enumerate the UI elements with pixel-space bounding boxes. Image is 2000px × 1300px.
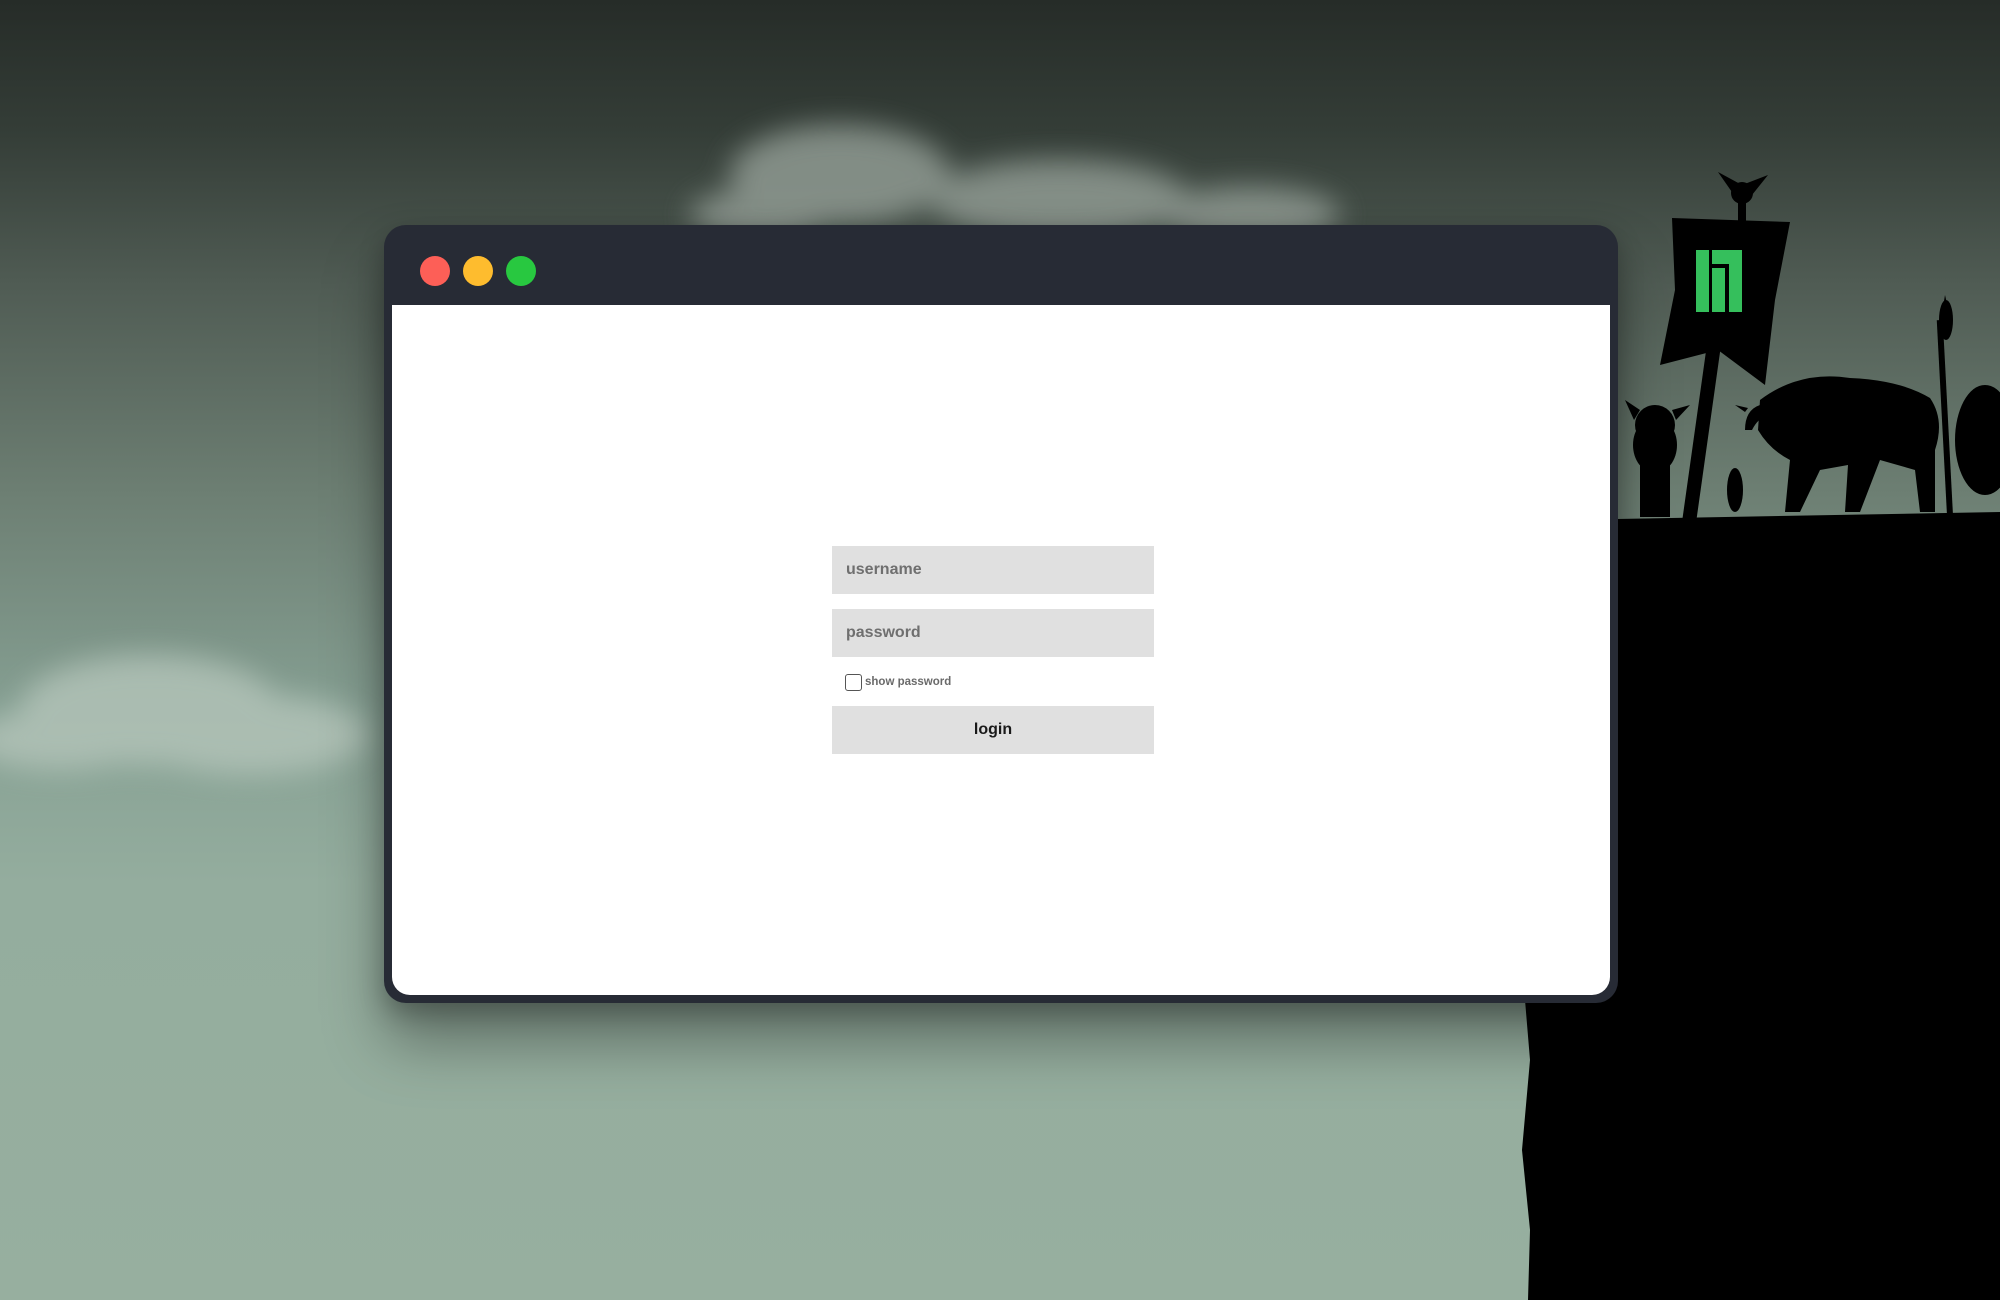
close-window-button[interactable] [420,256,450,286]
password-input[interactable] [832,609,1154,657]
manjaro-logo [1696,250,1742,312]
banner [1660,172,1790,526]
maximize-window-button[interactable] [506,256,536,286]
login-button[interactable]: login [832,706,1154,754]
window-titlebar[interactable] [384,225,1618,305]
show-password-label[interactable]: show password [865,676,951,688]
login-form: show password login [832,546,1154,754]
show-password-checkbox[interactable] [845,673,862,691]
show-password-row: show password [832,671,1154,693]
minimize-window-button[interactable] [463,256,493,286]
cloud-left [0,655,370,775]
username-input[interactable] [832,546,1154,594]
